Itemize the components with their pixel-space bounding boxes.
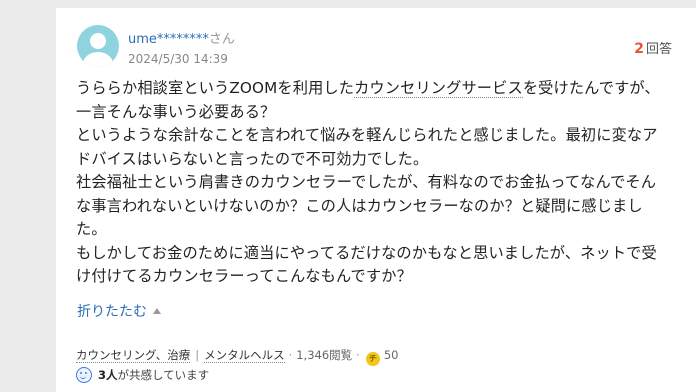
smile-face-icon (76, 367, 92, 383)
collapse-button[interactable]: 折りたたむ (77, 301, 161, 321)
keyword-link[interactable]: カウンセリングサービス (354, 79, 523, 98)
coin-count: 50 (383, 348, 399, 362)
empathy-text: が共感しています (117, 368, 210, 382)
question-text: うららか相談室というZOOMを利用した (76, 79, 355, 97)
empathy-row[interactable]: 3人が共感しています (76, 367, 209, 383)
question-body: うららか相談室というZOOMを利用したカウンセリングサービスを受けたんですが、 … (76, 77, 676, 289)
username-text[interactable]: ume******** (128, 32, 209, 47)
username[interactable]: ume********さん (128, 28, 235, 47)
question-meta: カウンセリング、治療 | メンタルヘルス · 1,346閲覧 · チ 50 (76, 347, 398, 366)
question-text: を受けたんですが、 (522, 79, 660, 97)
collapse-label: 折りたたむ (77, 304, 147, 320)
question-line: ドバイスはいらないと言ったので不可効力でした。 (76, 149, 429, 168)
answer-count: 2 (634, 41, 644, 57)
user-avatar-icon[interactable] (77, 25, 119, 67)
divider: | (195, 348, 200, 362)
question-line: うららか相談室というZOOMを利用したカウンセリングサービスを受けたんですが、 (76, 77, 676, 101)
category-link[interactable]: カウンセリング、治療 (76, 348, 191, 363)
question-card: ume********さん 2024/5/30 14:39 2 回答 うららか相談… (56, 8, 696, 392)
question-line: もしかしてお金のために適当にやってるだけなのかもなと思いましたが、ネットで受 (76, 243, 657, 262)
avatar-head-shape (90, 33, 106, 49)
question-line: 社会福祉士という肩書きのカウンセラーでしたが、有料なのでお金払ってなんでそん (76, 173, 657, 191)
empathy-count: 3人 (98, 368, 118, 382)
question-line: た。 (76, 220, 107, 238)
category-link-2[interactable]: メンタルヘルス (204, 348, 285, 363)
answer-count-label: 回答 (645, 42, 672, 57)
separator-dot: · (288, 348, 293, 362)
post-date: 2024/5/30 14:39 (128, 52, 228, 66)
question-line: というような余計なことを言われて悩みを軽んじられたと感じました。最初に変なア (76, 126, 658, 144)
question-line: け付けてるカウンセラーってこんなもんですか？ (76, 267, 412, 285)
avatar-body-shape (83, 52, 113, 67)
separator-dot: · (356, 348, 360, 362)
username-honorific: さん (208, 32, 235, 47)
answer-count-link[interactable]: 2 回答 (634, 38, 672, 57)
coin-icon: チ (365, 352, 380, 366)
view-count: 1,346閲覧 (296, 348, 353, 362)
caret-up-icon (153, 308, 161, 314)
question-line: な事言われないといけないのか？この人はカウンセラーなのか？と疑問に感じまし (76, 196, 643, 215)
question-line: 一言そんな事いう必要ある？ (76, 102, 276, 121)
